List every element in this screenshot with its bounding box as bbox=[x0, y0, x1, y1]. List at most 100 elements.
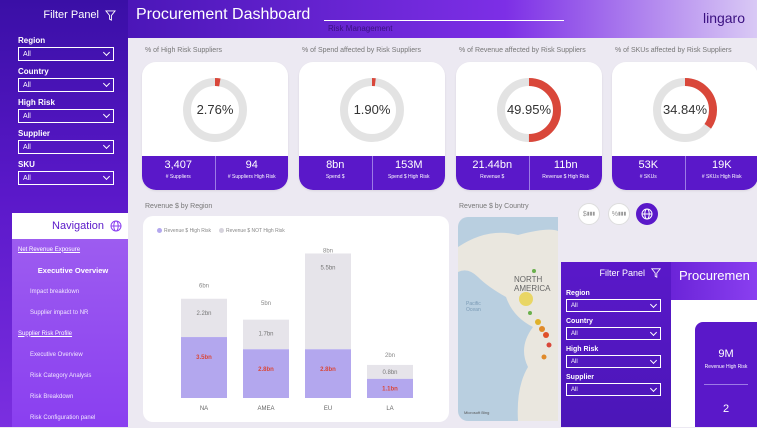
chevron-down-icon bbox=[650, 328, 657, 335]
legend-swatch bbox=[219, 228, 224, 233]
kpi-percent: 49.95% bbox=[456, 102, 602, 117]
map-bubble[interactable] bbox=[547, 343, 552, 348]
data-label-not-high-risk: 5.5bn bbox=[320, 265, 335, 271]
kpi-footer: 21.44bn Revenue $11bn Revenue $ High Risk bbox=[456, 156, 602, 190]
map-bubble[interactable] bbox=[542, 355, 547, 360]
kpi-footer: 53K # SKUs19K # SKUs High Risk bbox=[612, 156, 757, 190]
chevron-down-icon bbox=[103, 111, 110, 118]
map-bubble[interactable] bbox=[543, 332, 549, 338]
kpi-card[interactable]: 1.90%8bnSpend $153MSpend $ High Risk bbox=[299, 62, 445, 190]
category-tick-label: NA bbox=[200, 406, 208, 412]
chevron-down-icon bbox=[103, 142, 110, 149]
high-risk-dropdown[interactable]: All bbox=[18, 109, 114, 123]
kpi-metric-right: 19K # SKUs High Risk bbox=[685, 156, 757, 190]
navigation-panel: Navigation Net Revenue ExposureExecutive… bbox=[12, 213, 128, 427]
subtitle-divider bbox=[324, 20, 564, 21]
country-map[interactable]: NORTH AMERICA Pacific Ocean Microsoft Bi… bbox=[458, 217, 558, 421]
dropdown-value: All bbox=[571, 387, 578, 393]
metric-label: Revenue $ bbox=[456, 174, 529, 180]
metric-value: 11bn bbox=[530, 159, 603, 171]
kpi-title: % of SKUs affected by Risk Suppliers bbox=[615, 47, 732, 54]
bar-segment-not-high-risk[interactable] bbox=[181, 299, 227, 337]
globe-icon[interactable] bbox=[110, 220, 122, 232]
brand-logo: lingaro bbox=[703, 10, 745, 26]
kpi-metric-right: 94# Suppliers High Risk bbox=[215, 156, 289, 190]
dropdown-value: All bbox=[571, 303, 578, 309]
nav-item-supplier-risk-profile[interactable]: Supplier Risk Profile bbox=[12, 323, 128, 344]
filter-label-region: Region bbox=[18, 36, 128, 45]
dropdown-value: All bbox=[23, 51, 31, 58]
kpi-title: % of Spend affected by Risk Suppliers bbox=[302, 47, 421, 54]
chevron-down-icon bbox=[650, 300, 657, 307]
map-landmass bbox=[458, 217, 558, 421]
bar-segment-high-risk[interactable] bbox=[305, 349, 351, 398]
legend-item-high-risk[interactable]: Revenue $ High Risk bbox=[157, 228, 211, 234]
region-dropdown[interactable]: All bbox=[18, 47, 114, 61]
kpi-card[interactable]: 49.95% 21.44bn Revenue $11bn Revenue $ High… bbox=[456, 62, 602, 190]
funnel-icon[interactable] bbox=[105, 10, 116, 21]
overlay-region-dropdown[interactable]: All bbox=[566, 299, 661, 312]
funnel-icon[interactable] bbox=[651, 268, 661, 278]
data-label-not-high-risk: 2.2bn bbox=[196, 311, 211, 317]
kpi-card[interactable]: 34.84% 53K # SKUs19K # SKUs High Risk bbox=[612, 62, 757, 190]
legend-item-not-high-risk[interactable]: Revenue $ NOT High Risk bbox=[219, 228, 285, 234]
nav-item-supplier-impact-to-nr[interactable]: Supplier impact to NR bbox=[12, 302, 128, 323]
chart-legend: Revenue $ High Risk Revenue $ NOT High R… bbox=[157, 228, 285, 234]
kpi-metric-right: 11bn Revenue $ High Risk bbox=[529, 156, 603, 190]
chevron-down-icon bbox=[103, 173, 110, 180]
data-label-not-high-risk: 0.8bn bbox=[382, 370, 397, 376]
nav-item-executive-overview[interactable]: Executive Overview bbox=[12, 260, 128, 281]
metric-label: # SKUs High Risk bbox=[686, 174, 757, 180]
metric-label: # SKUs bbox=[612, 174, 685, 180]
kpi-percent: 34.84% bbox=[612, 102, 757, 117]
dropdown-value: All bbox=[23, 113, 31, 120]
metric-label: # Suppliers High Risk bbox=[216, 174, 289, 180]
kpi-footer: 3,407# Suppliers94# Suppliers High Risk bbox=[142, 156, 288, 190]
map-bubble[interactable] bbox=[532, 269, 536, 273]
percent-chart-toggle[interactable]: %▮▮▮ bbox=[608, 203, 630, 225]
nav-item-risk-configuration-panel[interactable]: Risk Configuration panel bbox=[12, 407, 128, 428]
metric-label: Revenue $ High Risk bbox=[530, 174, 603, 180]
overlay-divider bbox=[704, 384, 748, 385]
overlay-high-risk-dropdown[interactable]: All bbox=[566, 355, 661, 368]
map-view-toggle[interactable] bbox=[636, 203, 658, 225]
overlay-kpi-label: Revenue High Risk bbox=[695, 364, 757, 370]
nav-item-executive-overview[interactable]: Executive Overview bbox=[12, 344, 128, 365]
overlay-country-dropdown[interactable]: All bbox=[566, 327, 661, 340]
nav-item-net-revenue-exposure[interactable]: Net Revenue Exposure bbox=[12, 239, 128, 260]
map-credit: Microsoft Bing bbox=[464, 410, 489, 415]
map-bubble[interactable] bbox=[535, 319, 541, 325]
nav-item-risk-category-analysis[interactable]: Risk Category Analysis bbox=[12, 365, 128, 386]
metric-value: 21.44bn bbox=[456, 159, 529, 171]
filter-label-supplier: Supplier bbox=[18, 129, 128, 138]
metric-value: 53K bbox=[612, 159, 685, 171]
bar-segment-high-risk[interactable] bbox=[181, 337, 227, 398]
overlay-supplier-dropdown[interactable]: All bbox=[566, 383, 661, 396]
map-bubble[interactable] bbox=[528, 311, 532, 315]
bar-segment-high-risk[interactable] bbox=[243, 349, 289, 398]
supplier-dropdown[interactable]: All bbox=[18, 140, 114, 154]
kpi-metric-left: 8bnSpend $ bbox=[299, 156, 372, 190]
sku-dropdown[interactable]: All bbox=[18, 171, 114, 185]
column-chart-toggle[interactable]: $▮▮▮ bbox=[578, 203, 600, 225]
category-tick-label: AMEA bbox=[257, 406, 274, 412]
overlay-kpi-value: 9M bbox=[695, 348, 757, 360]
nav-item-risk-breakdown[interactable]: Risk Breakdown bbox=[12, 386, 128, 407]
kpi-title: % of High Risk Suppliers bbox=[145, 47, 222, 54]
overlay-title: Procuremen bbox=[679, 268, 750, 283]
map-continent-label: NORTH AMERICA bbox=[514, 275, 558, 293]
overlay-filter-label: Region bbox=[566, 290, 671, 297]
country-dropdown[interactable]: All bbox=[18, 78, 114, 92]
country-chart-title: Revenue $ by Country bbox=[459, 203, 529, 210]
metric-value: 19K bbox=[686, 159, 757, 171]
overlay-filter-label: Supplier bbox=[566, 374, 671, 381]
map-bubble[interactable] bbox=[539, 326, 545, 332]
filter-panel-title: Filter Panel bbox=[43, 9, 99, 21]
data-label-high-risk: 1.1bn bbox=[382, 386, 398, 392]
overlay-filter-label: High Risk bbox=[566, 346, 671, 353]
kpi-metric-left: 53K # SKUs bbox=[612, 156, 685, 190]
dropdown-value: All bbox=[571, 331, 578, 337]
map-bubble[interactable] bbox=[519, 292, 533, 306]
nav-item-impact-breakdown[interactable]: Impact breakdown bbox=[12, 281, 128, 302]
kpi-card[interactable]: 2.76%3,407# Suppliers94# Suppliers High … bbox=[142, 62, 288, 190]
